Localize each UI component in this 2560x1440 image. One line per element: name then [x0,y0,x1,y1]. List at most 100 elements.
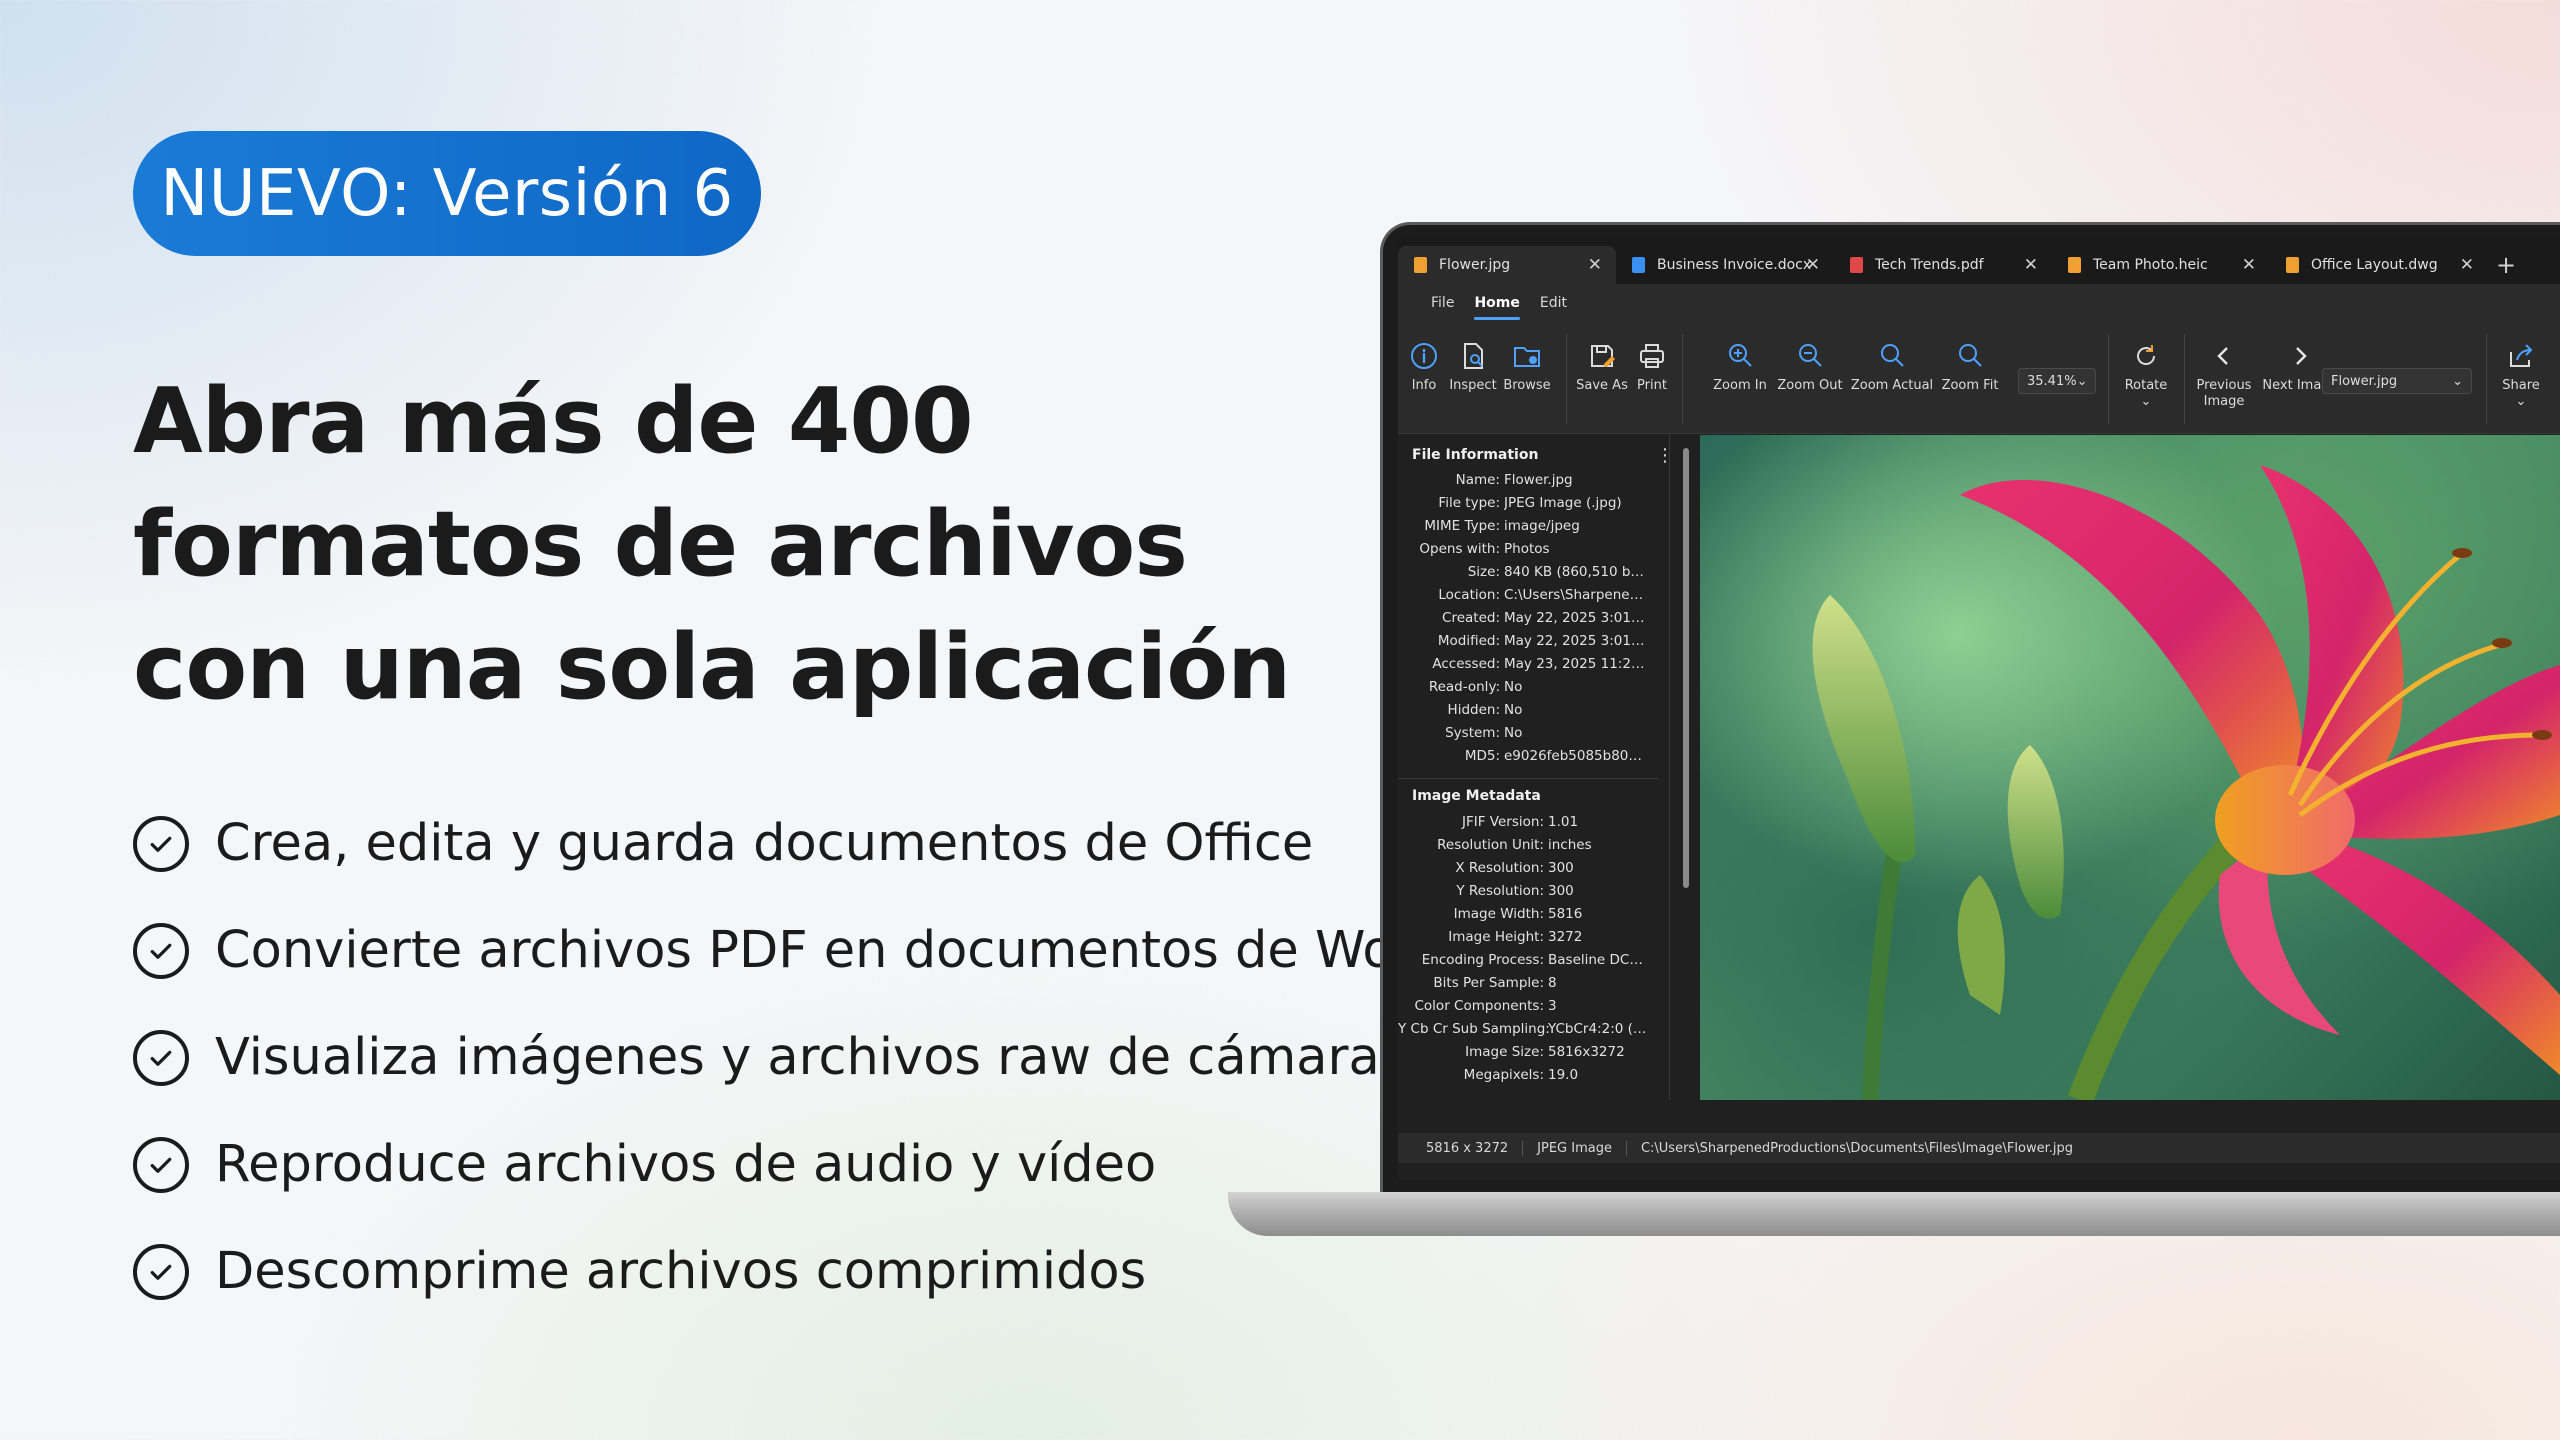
menu-home[interactable]: Home [1474,295,1521,320]
zoom-in-label: Zoom In [1713,378,1767,393]
feature-text: Crea, edita y guarda documentos de Offic… [215,814,1314,873]
more-options-icon[interactable]: ⋮ [1656,445,1669,466]
status-file-type: JPEG Image [1537,1140,1627,1156]
property-key: Accessed: [1432,656,1500,672]
property-row: Name: Flower.jpg [1398,469,1648,492]
menu-file[interactable]: File [1431,295,1454,311]
tab-label: Office Layout.dwg [2311,257,2438,273]
rotate-button[interactable]: Rotate ⌄ [2118,340,2174,410]
close-icon[interactable]: ✕ [1588,255,1602,275]
metadata-row: Encoding Process: Baseline DCT, ... [1398,949,1648,972]
ribbon-divider [2486,334,2487,424]
save-as-icon [1591,345,1615,367]
zoom-in-button[interactable]: Zoom In [1712,340,1768,394]
folder-icon [1514,347,1540,367]
metadata-value: 8 [1548,975,1557,991]
panel-divider [1398,778,1658,779]
rotate-icon [2137,345,2156,365]
property-key: Created: [1442,610,1500,626]
zoom-actual-icon [1881,344,1904,367]
heic-file-icon [2068,257,2081,273]
property-value: No [1504,702,1523,718]
property-value: No [1504,725,1523,741]
printer-icon [1640,344,1664,368]
tab-business-invoice[interactable]: Business Invoice.docx ✕ [1616,246,1834,284]
property-key: Read-only: [1428,679,1500,695]
zoom-in-icon [1729,344,1752,367]
menu-edit[interactable]: Edit [1540,295,1567,311]
metadata-key: X Resolution: [1455,860,1544,876]
tab-flower-jpg[interactable]: Flower.jpg ✕ [1398,246,1616,284]
zoom-out-icon [1799,344,1822,367]
tab-office-layout[interactable]: Office Layout.dwg ✕ [2270,246,2488,284]
chevron-right-icon [2296,347,2307,365]
info-button[interactable]: Info [1404,340,1444,394]
chevron-down-icon: ⌄ [2140,394,2152,409]
tab-label: Team Photo.heic [2093,257,2208,273]
info-label: Info [1411,378,1437,393]
tab-label: Business Invoice.docx [1657,257,1812,273]
ribbon-divider [2184,334,2185,424]
check-circle-icon [133,922,189,979]
close-icon[interactable]: ✕ [2460,255,2474,275]
print-button[interactable]: Print [1630,340,1674,394]
property-row: Opens with: Photos [1398,538,1648,561]
previous-image-button[interactable]: Previous Image [2192,340,2256,410]
metadata-key: Y Cb Cr Sub Sampling: [1398,1021,1550,1037]
metadata-key: Image Width: [1453,906,1544,922]
panel-scrollbar[interactable] [1683,448,1689,888]
tab-team-photo[interactable]: Team Photo.heic ✕ [2052,246,2270,284]
zoom-level-value: 35.41% [2027,373,2077,389]
image-viewer[interactable] [1700,435,2560,1100]
metadata-key: Encoding Process: [1421,952,1544,968]
zoom-actual-button[interactable]: Zoom Actual [1850,340,1934,394]
metadata-value: 3 [1548,998,1557,1014]
metadata-row: Bits Per Sample: 8 [1398,972,1648,995]
property-row: File type: JPEG Image (.jpg) [1398,492,1648,515]
feature-item: Visualiza imágenes y archivos raw de cám… [133,1004,1446,1111]
tab-tech-trends[interactable]: Tech Trends.pdf ✕ [1834,246,2052,284]
close-icon[interactable]: ✕ [2242,255,2256,275]
ribbon-divider [2108,334,2109,424]
share-button[interactable]: Share ⌄ [2496,340,2546,410]
status-bar: 5816 x 3272 JPEG Image C:\Users\Sharpene… [1398,1133,2560,1163]
metadata-row: Image Width: 5816 [1398,903,1648,926]
browse-button[interactable]: Browse [1502,340,1552,394]
inspect-button[interactable]: Inspect [1448,340,1498,394]
zoom-out-label: Zoom Out [1777,378,1843,393]
zoom-fit-button[interactable]: Zoom Fit [1938,340,2002,394]
save-as-label: Save As [1576,378,1628,393]
property-value: image/jpeg [1504,518,1580,534]
property-row: Read-only: No [1398,676,1648,699]
property-key: Location: [1438,587,1500,603]
metadata-value: Baseline DCT, ... [1548,952,1648,968]
feature-item: Descomprime archivos comprimidos [133,1218,1446,1325]
property-key: MIME Type: [1424,518,1500,534]
previous-image-label: Previous Image [2196,378,2252,409]
zoom-fit-label: Zoom Fit [1941,378,1999,393]
metadata-key: Color Components: [1414,998,1545,1014]
zoom-level-select[interactable]: 35.41% ⌄ [2018,368,2096,394]
tab-label: Tech Trends.pdf [1875,257,1984,273]
metadata-key: Megapixels: [1463,1067,1544,1083]
metadata-value: inches [1548,837,1592,853]
status-dimensions: 5816 x 3272 [1426,1140,1524,1156]
zoom-out-button[interactable]: Zoom Out [1776,340,1844,394]
metadata-key: Bits Per Sample: [1433,975,1544,991]
new-tab-button[interactable]: + [2496,246,2516,284]
property-row: MD5:e9026feb5085b805db... [1398,745,1648,768]
property-key: System: [1445,725,1500,741]
metadata-row: Color Components: 3 [1398,995,1648,1018]
close-icon[interactable]: ✕ [1806,255,1820,275]
metadata-value: YCbCr4:2:0 (2 2) [1548,1021,1648,1037]
close-icon[interactable]: ✕ [2024,255,2038,275]
chevron-down-icon: ⌄ [2515,394,2527,409]
image-file-select[interactable]: Flower.jpg ⌄ [2322,368,2472,394]
save-as-button[interactable]: Save As [1574,340,1630,394]
jpg-file-icon [1414,257,1427,273]
dwg-file-icon [2286,257,2299,273]
metadata-row: Megapixels: 19.0 [1398,1064,1648,1087]
word-file-icon [1632,257,1645,273]
property-row: Accessed:May 23, 2025 11:27 AM [1398,653,1648,676]
property-key: Modified: [1437,633,1500,649]
